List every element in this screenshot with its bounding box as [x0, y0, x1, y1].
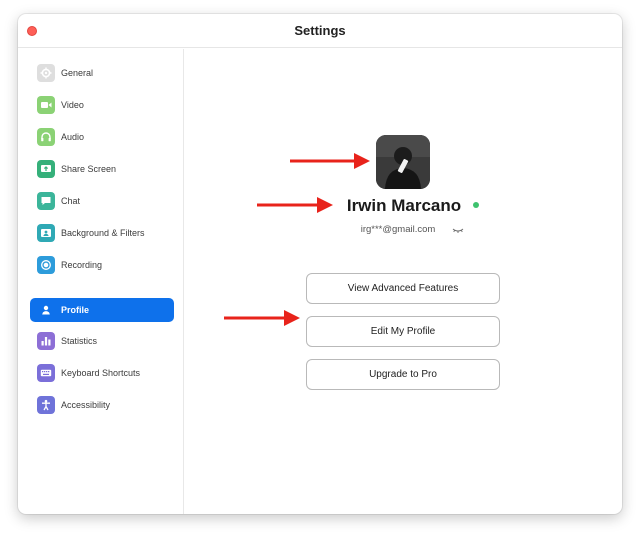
sidebar-item-label: Video [61, 100, 84, 110]
hidden-eye-icon[interactable] [452, 226, 464, 234]
sidebar-item-share-screen[interactable]: Share Screen [30, 157, 174, 181]
sidebar-item-label: Accessibility [61, 400, 111, 410]
edit-my-profile-button[interactable]: Edit My Profile [306, 316, 500, 347]
annotation-arrow-edit-profile [224, 310, 300, 326]
sidebar-item-chat[interactable]: Chat [30, 189, 174, 213]
sidebar-item-background-filters[interactable]: Background & Filters [30, 221, 174, 245]
sidebar-item-recording[interactable]: Recording [30, 253, 174, 277]
annotation-arrow-avatar [290, 153, 370, 169]
background-image-icon [37, 224, 55, 242]
sidebar-item-label: Chat [61, 196, 81, 206]
person-icon [37, 301, 55, 319]
sidebar-item-profile[interactable]: Profile [30, 298, 174, 322]
sidebar-item-label: Keyboard Shortcuts [61, 368, 141, 378]
profile-email: irg***@gmail.com [360, 224, 436, 235]
sidebar-item-statistics[interactable]: Statistics [30, 329, 174, 353]
sidebar-item-label: Share Screen [61, 164, 117, 174]
sidebar-item-video[interactable]: Video [30, 93, 174, 117]
sidebar-item-general[interactable]: General [30, 61, 174, 85]
avatar[interactable] [376, 135, 430, 189]
sidebar-item-label: Background & Filters [61, 228, 145, 238]
sidebar-item-accessibility[interactable]: Accessibility [30, 393, 174, 417]
sidebar-item-label: Profile [61, 305, 90, 315]
sidebar-item-label: Audio [61, 132, 85, 142]
window-title: Settings [294, 23, 346, 38]
title-bar: Settings [18, 14, 622, 48]
keyboard-icon [37, 364, 55, 382]
sidebar-item-label: Recording [61, 260, 103, 270]
sidebar-item-audio[interactable]: Audio [30, 125, 174, 149]
headphones-icon [37, 128, 55, 146]
online-status-dot [473, 202, 479, 208]
record-icon [37, 256, 55, 274]
sidebar-item-label: General [61, 68, 94, 78]
gear-icon [37, 64, 55, 82]
bar-chart-icon [37, 332, 55, 350]
annotation-arrow-name [257, 197, 333, 213]
sidebar: General Video Audio Share Screen Chat Ba… [18, 49, 184, 514]
profile-name: Irwin Marcano [346, 196, 462, 215]
video-camera-icon [37, 96, 55, 114]
share-screen-icon [37, 160, 55, 178]
profile-panel: Irwin Marcano irg***@gmail.com View Adva… [185, 49, 622, 514]
settings-window: Settings General Video Audio Share Scree… [18, 14, 622, 514]
accessibility-icon [37, 396, 55, 414]
chat-bubble-icon [37, 192, 55, 210]
sidebar-item-keyboard-shortcuts[interactable]: Keyboard Shortcuts [30, 361, 174, 385]
sidebar-item-label: Statistics [61, 336, 98, 346]
upgrade-to-pro-button[interactable]: Upgrade to Pro [306, 359, 500, 390]
view-advanced-features-button[interactable]: View Advanced Features [306, 273, 500, 304]
